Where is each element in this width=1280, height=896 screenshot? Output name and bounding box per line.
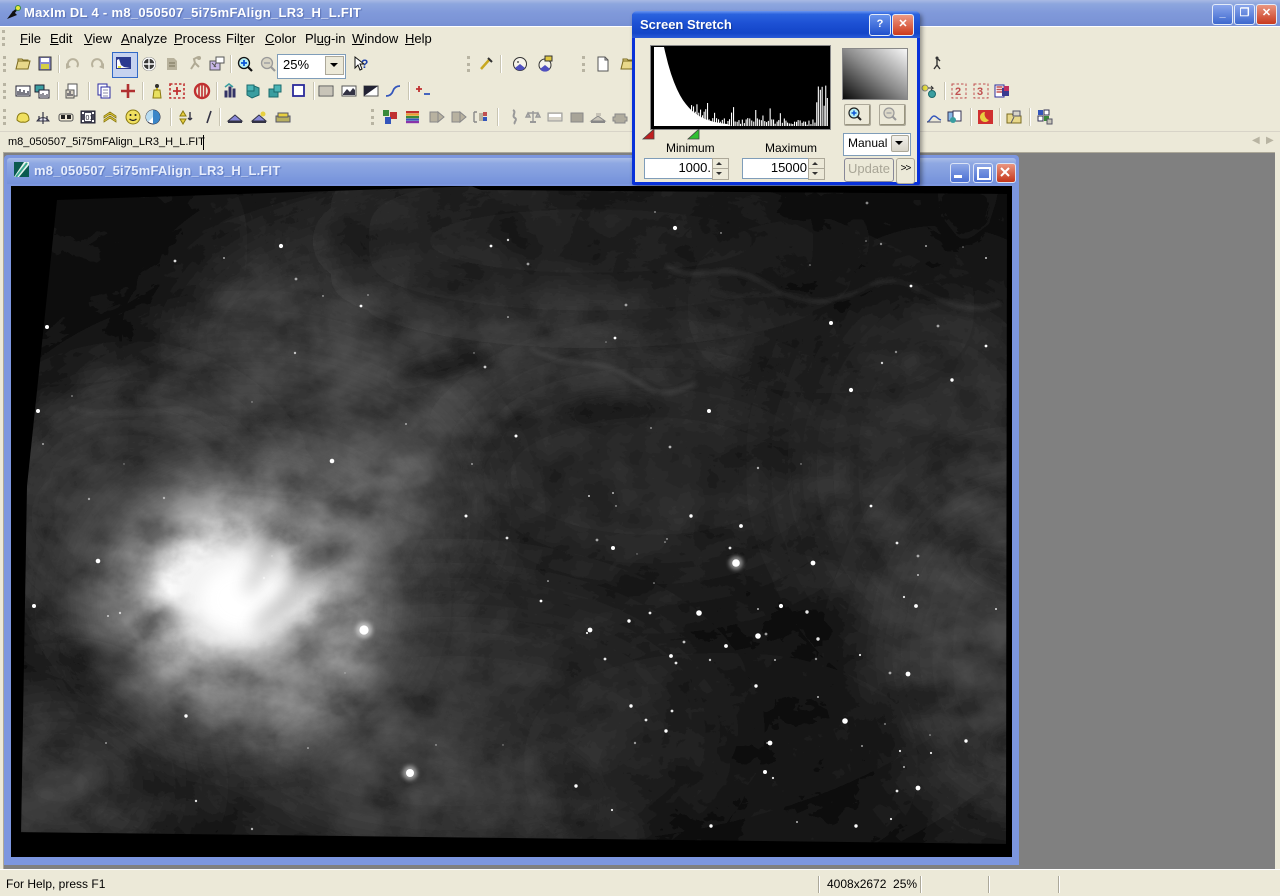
svg-text:3: 3 <box>977 86 983 98</box>
svg-text:?: ? <box>361 57 368 71</box>
svg-text:2: 2 <box>955 86 961 98</box>
svg-text:01: 01 <box>86 115 94 122</box>
